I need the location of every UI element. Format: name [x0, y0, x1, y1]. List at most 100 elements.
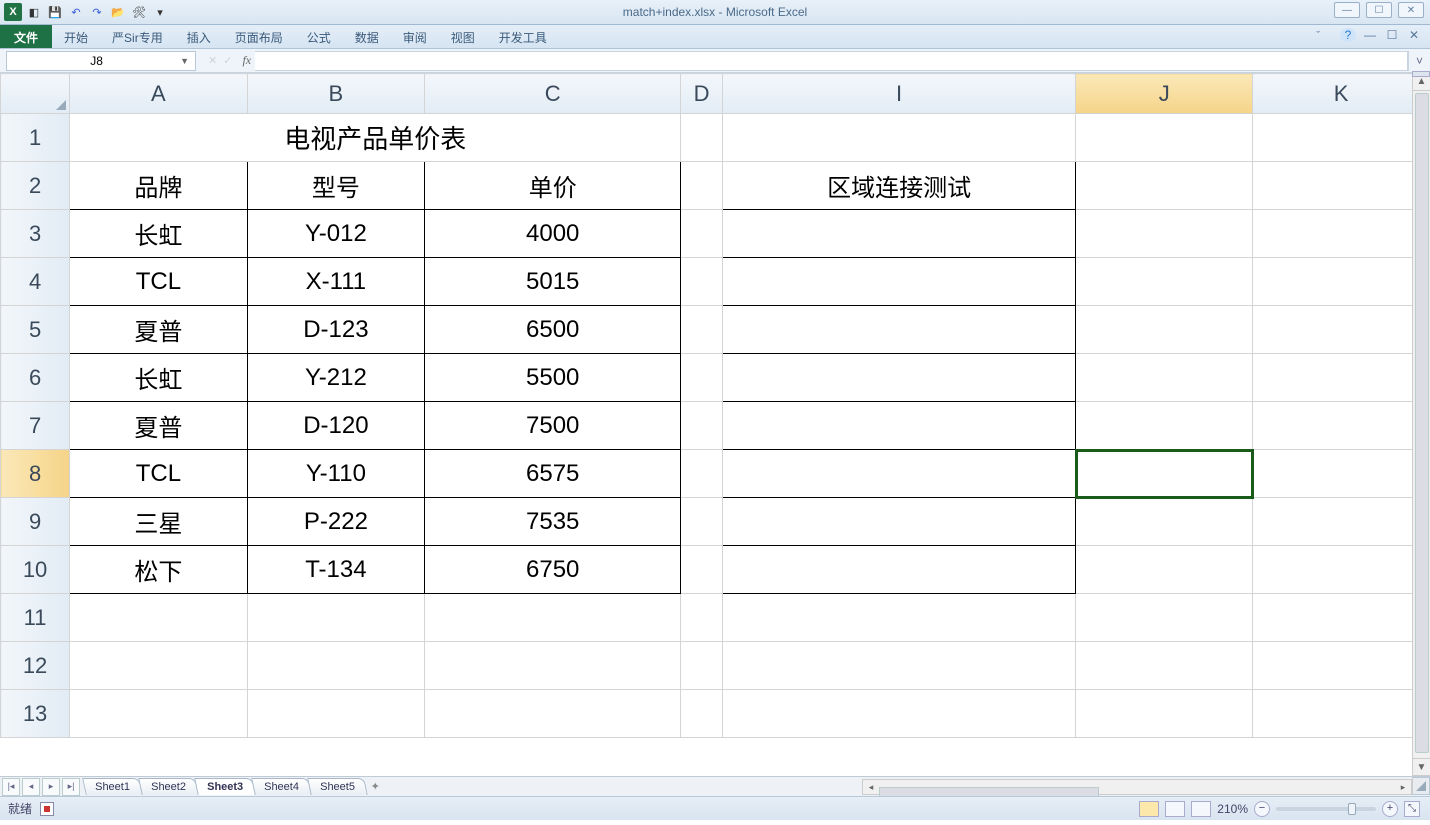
cell-K6[interactable] [1253, 354, 1430, 402]
zoom-slider[interactable] [1276, 807, 1376, 811]
tools-icon[interactable]: 🛠 [130, 3, 148, 21]
camera-icon[interactable]: ◧ [25, 3, 43, 21]
row-header-9[interactable]: 9 [1, 498, 70, 546]
cell-I10[interactable] [722, 546, 1076, 594]
workbook-minimize-button[interactable]: — [1362, 28, 1378, 42]
cell-C6[interactable]: 5500 [425, 354, 681, 402]
row-header-1[interactable]: 1 [1, 114, 70, 162]
cell-J3[interactable] [1076, 210, 1253, 258]
cell-B13[interactable] [247, 690, 424, 738]
col-header-B[interactable]: B [247, 74, 424, 114]
cell-J2[interactable] [1076, 162, 1253, 210]
scroll-down-icon[interactable]: ▼ [1413, 758, 1430, 776]
row-header-10[interactable]: 10 [1, 546, 70, 594]
sheet-nav-prev-icon[interactable]: ◂ [22, 778, 40, 796]
cell-K2[interactable] [1253, 162, 1430, 210]
cell-I1[interactable] [722, 114, 1076, 162]
cell-D12[interactable] [681, 642, 723, 690]
cell-A9[interactable]: 三星 [70, 498, 248, 546]
ribbon-tab-pagelayout[interactable]: 页面布局 [223, 25, 295, 48]
cell-J7[interactable] [1076, 402, 1253, 450]
row-header-11[interactable]: 11 [1, 594, 70, 642]
window-maximize-button[interactable]: ☐ [1366, 2, 1392, 18]
cell-B6[interactable]: Y-212 [247, 354, 424, 402]
sheet-tab-sheet1[interactable]: Sheet1 [82, 778, 142, 795]
ribbon-tab-formulas[interactable]: 公式 [295, 25, 343, 48]
row-header-6[interactable]: 6 [1, 354, 70, 402]
col-header-A[interactable]: A [70, 74, 248, 114]
cell-J8[interactable] [1076, 450, 1253, 498]
redo-icon[interactable]: ↷ [88, 3, 106, 21]
sheet-tab-sheet3[interactable]: Sheet3 [194, 778, 256, 795]
cell-A6[interactable]: 长虹 [70, 354, 248, 402]
cell-K9[interactable] [1253, 498, 1430, 546]
excel-icon[interactable]: X [4, 3, 22, 21]
zoom-level-label[interactable]: 210% [1217, 802, 1248, 816]
col-header-D[interactable]: D [681, 74, 723, 114]
cell-C3[interactable]: 4000 [425, 210, 681, 258]
workbook-close-button[interactable]: ✕ [1406, 28, 1422, 42]
scroll-right-icon[interactable]: ▸ [1395, 782, 1411, 793]
window-close-button[interactable]: ✕ [1398, 2, 1424, 18]
cell-B9[interactable]: P-222 [247, 498, 424, 546]
ribbon-tab-developer[interactable]: 开发工具 [487, 25, 559, 48]
cell-K12[interactable] [1253, 642, 1430, 690]
cell-A13[interactable] [70, 690, 248, 738]
cell-J4[interactable] [1076, 258, 1253, 306]
workbook-restore-button[interactable]: ☐ [1384, 28, 1400, 42]
cell-J11[interactable] [1076, 594, 1253, 642]
cell-A1[interactable]: 电视产品单价表 [70, 114, 681, 162]
ribbon-collapse-icon[interactable]: ˇ [1316, 30, 1320, 42]
cell-B7[interactable]: D-120 [247, 402, 424, 450]
vertical-scrollbar[interactable]: ▲ ▼ [1412, 73, 1430, 776]
cell-J6[interactable] [1076, 354, 1253, 402]
cell-D4[interactable] [681, 258, 723, 306]
cell-J10[interactable] [1076, 546, 1253, 594]
cell-D2[interactable] [681, 162, 723, 210]
zoom-out-button[interactable]: − [1254, 801, 1270, 817]
cell-D5[interactable] [681, 306, 723, 354]
cell-D6[interactable] [681, 354, 723, 402]
sheet-tab-sheet5[interactable]: Sheet5 [307, 778, 367, 795]
cell-I3[interactable] [722, 210, 1076, 258]
sheet-nav-last-icon[interactable]: ▸| [62, 778, 80, 796]
cell-K7[interactable] [1253, 402, 1430, 450]
vertical-split-handle[interactable] [1412, 71, 1430, 77]
cell-K5[interactable] [1253, 306, 1430, 354]
cell-C11[interactable] [425, 594, 681, 642]
macro-record-icon[interactable] [40, 802, 54, 816]
cell-A3[interactable]: 长虹 [70, 210, 248, 258]
ribbon-tab-custom[interactable]: 严Sir专用 [100, 25, 175, 48]
cell-I6[interactable] [722, 354, 1076, 402]
sheet-nav-first-icon[interactable]: |◂ [2, 778, 20, 796]
ribbon-tab-review[interactable]: 审阅 [391, 25, 439, 48]
cell-A5[interactable]: 夏普 [70, 306, 248, 354]
sheet-tab-sheet2[interactable]: Sheet2 [138, 778, 198, 795]
zoom-in-button[interactable]: + [1382, 801, 1398, 817]
cell-C5[interactable]: 6500 [425, 306, 681, 354]
save-icon[interactable]: 💾 [46, 3, 64, 21]
cell-C9[interactable]: 7535 [425, 498, 681, 546]
cell-C7[interactable]: 7500 [425, 402, 681, 450]
row-header-3[interactable]: 3 [1, 210, 70, 258]
cell-D3[interactable] [681, 210, 723, 258]
row-header-12[interactable]: 12 [1, 642, 70, 690]
select-all-corner[interactable] [1, 74, 70, 114]
cell-D7[interactable] [681, 402, 723, 450]
cell-D9[interactable] [681, 498, 723, 546]
formula-bar-expand-icon[interactable]: ˅ [1408, 51, 1430, 71]
cell-B4[interactable]: X-111 [247, 258, 424, 306]
cell-K13[interactable] [1253, 690, 1430, 738]
ribbon-tab-insert[interactable]: 插入 [175, 25, 223, 48]
cell-I7[interactable] [722, 402, 1076, 450]
col-header-J[interactable]: J [1076, 74, 1253, 114]
name-box[interactable]: J8 ▼ [6, 51, 196, 71]
view-pagebreak-icon[interactable] [1191, 801, 1211, 817]
window-minimize-button[interactable]: — [1334, 2, 1360, 18]
cell-K3[interactable] [1253, 210, 1430, 258]
cell-I13[interactable] [722, 690, 1076, 738]
cell-B10[interactable]: T-134 [247, 546, 424, 594]
cell-B11[interactable] [247, 594, 424, 642]
open-icon[interactable]: 📂 [109, 3, 127, 21]
row-header-13[interactable]: 13 [1, 690, 70, 738]
